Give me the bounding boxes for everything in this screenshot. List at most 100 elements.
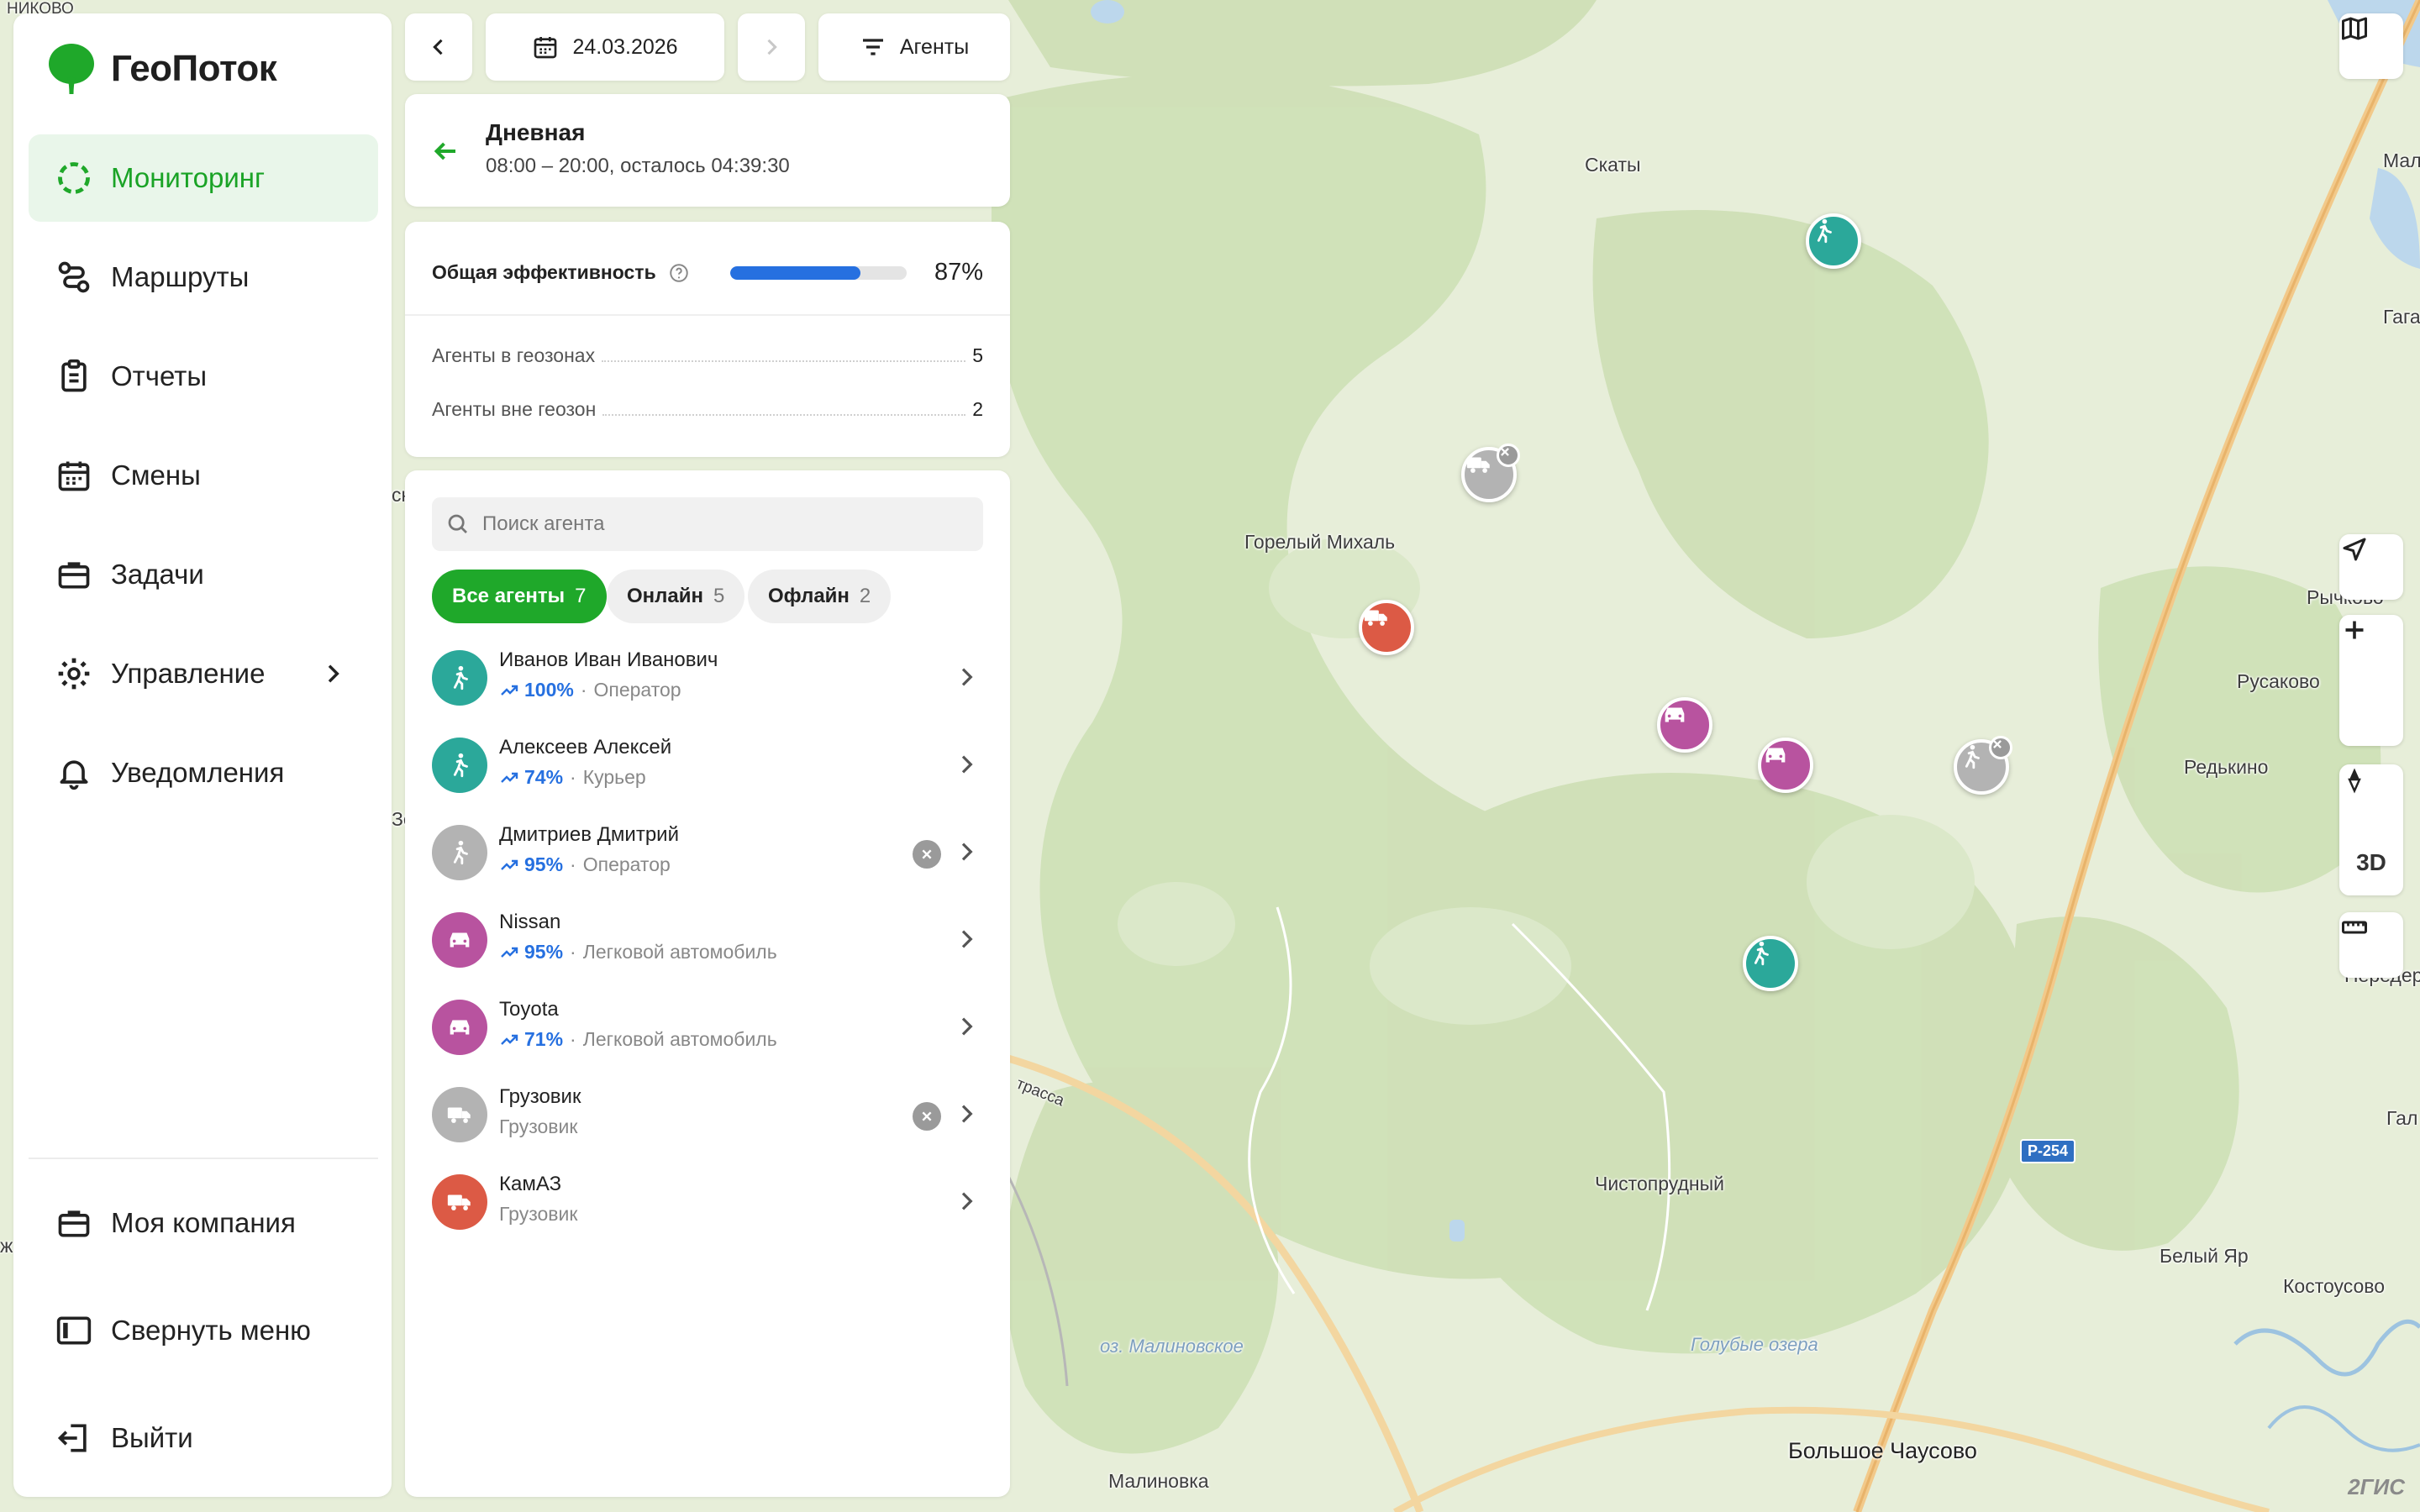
chevron-right-icon [961,1192,973,1210]
map-label: Гал [2386,1107,2418,1129]
efficiency-percent: 95% [499,941,563,963]
date-label: 24.03.2026 [572,34,678,59]
stat-label: Агенты в геозонах [432,344,596,366]
nav-item-collapse-menu[interactable]: Свернуть меню [29,1287,378,1374]
next-date-button[interactable] [738,13,805,81]
chevron-right-icon [961,1017,973,1036]
nav-item-label: Выйти [111,1422,193,1453]
agent-marker[interactable] [1954,736,2012,795]
agent-name: Грузовик [499,1085,581,1108]
map-layers-control[interactable] [2339,13,2403,79]
minus-icon [2345,628,2364,632]
agent-avatar [432,1087,487,1142]
car-icon [1765,748,1786,763]
stat-label: Агенты вне геозон [432,398,597,420]
nav-item-reports[interactable]: Отчеты [29,333,378,420]
agent-marker[interactable] [1806,213,1861,269]
app-logo[interactable]: ГеоПоток [47,42,277,96]
zoom-control[interactable] [2339,615,2403,746]
calendar-icon [58,461,90,491]
map-layers-button[interactable] [2339,13,2403,79]
agent-meta: Грузовик [499,1116,577,1138]
trend-up-icon [501,859,518,870]
nav-item-monitoring[interactable]: Мониторинг [29,134,378,222]
nav-item-tasks[interactable]: Задачи [29,531,378,618]
agent-avatar [432,912,487,968]
back-arrow-icon[interactable] [430,136,460,166]
chip-label: Онлайн [627,585,704,607]
agent-list-item[interactable]: Toyota 71% · Легковой автомобиль [432,984,986,1072]
efficiency-row: Общая эффективность 87% [432,259,983,286]
help-icon[interactable] [668,262,690,284]
compass-icon [2348,768,2361,794]
car-icon [450,932,470,948]
ruler-button[interactable] [2339,912,2403,978]
nav-item-label: Управление [111,658,266,689]
truck-icon [1364,610,1387,626]
agent-role: Грузовик [499,1116,578,1137]
agents-filter-button[interactable]: Агенты [818,13,1010,81]
agent-list-item[interactable]: КамАЗ Грузовик [432,1159,986,1247]
agent-role: Легковой автомобиль [582,1028,777,1050]
agent-marker[interactable] [1758,738,1813,793]
date-picker-button[interactable]: 24.03.2026 [486,13,724,81]
truck-icon [447,1107,471,1123]
agent-list-item[interactable]: Алексеев Алексей 74% · Курьер [432,722,986,810]
walker-icon [453,840,468,865]
agent-list-item[interactable]: Дмитриев Дмитрий 95% · Оператор [432,810,986,897]
trend-up-icon [501,1034,518,1045]
ruler-control[interactable] [2339,912,2403,978]
map-label: Чистопрудный [1595,1173,1724,1194]
geolocate-control[interactable] [2339,534,2403,600]
gear-icon [58,658,90,690]
search-placeholder: Поиск агента [482,512,605,535]
trend-up-icon [501,685,518,696]
orientation-control[interactable]: 3D [2339,764,2403,895]
nav-item-logout[interactable]: Выйти [29,1394,378,1482]
nav-item-shifts[interactable]: Смены [29,432,378,519]
filter-chip-online[interactable]: Онлайн 5 [607,570,745,623]
agent-meta: Грузовик [499,1203,577,1226]
dotted-leader [602,414,966,416]
agent-name: Дмитриев Дмитрий [499,823,679,846]
agent-search[interactable]: Поиск агента [432,497,983,551]
geolocate-button[interactable] [2339,534,2403,600]
agent-marker[interactable] [1461,444,1520,502]
map-label: оз. Малиновское [1100,1336,1244,1357]
agent-avatar [432,825,487,880]
nav-item-routes[interactable]: Маршруты [29,234,378,321]
agent-list-item[interactable]: Грузовик Грузовик [432,1072,986,1159]
stats-card: Общая эффективность 87% Агенты в геозона… [405,222,1010,457]
chevron-right-icon [328,664,339,683]
calendar-icon [534,37,557,59]
3d-toggle-button[interactable]: 3D [2339,830,2403,895]
meta-separator: · [570,853,576,875]
agent-marker[interactable] [1359,600,1414,655]
efficiency-percent: 74% [499,766,563,789]
agent-role: Легковой автомобиль [582,941,777,963]
prev-date-button[interactable] [405,13,472,81]
shift-title: Дневная [486,119,586,145]
nav-item-my-company[interactable]: Моя компания [29,1179,378,1267]
agent-list-item[interactable]: Иванов Иван Иванович 100% · Оператор [432,635,986,722]
meta-separator: · [570,1028,576,1050]
agent-marker[interactable] [1743,936,1798,991]
nav-item-notifications[interactable]: Уведомления [29,729,378,816]
chip-label: Все агенты [452,585,566,607]
nav-item-management[interactable]: Управление [29,630,378,717]
compass-button[interactable] [2339,764,2403,830]
meta-separator: · [570,941,576,963]
agent-percent: 74% [524,766,564,788]
offline-status-icon [913,1102,941,1131]
agent-percent: 95% [524,853,564,875]
walker-icon [453,753,468,778]
nav-item-label: Задачи [111,559,204,590]
agent-list-item[interactable]: Nissan 95% · Легковой автомобиль [432,897,986,984]
filter-chip-all[interactable]: Все агенты 7 [432,570,607,623]
agent-avatar [432,1174,487,1230]
chip-count: 2 [859,585,871,607]
car-icon [1665,707,1685,722]
filter-chip-offline[interactable]: Офлайн 2 [748,570,892,623]
zoom-out-button[interactable] [2339,628,2403,746]
agent-marker[interactable] [1657,697,1712,753]
